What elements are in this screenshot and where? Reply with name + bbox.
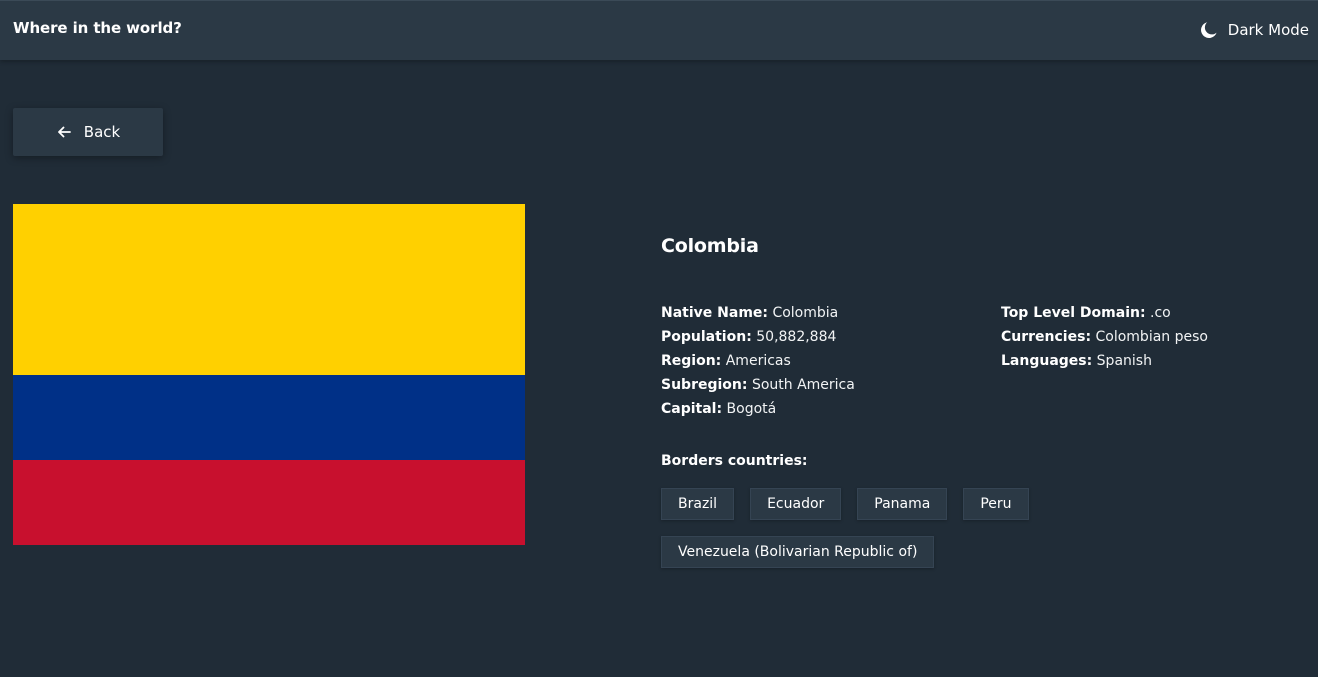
flag-stripe-red — [13, 459, 525, 545]
detail-label: Native Name: — [661, 305, 768, 321]
arrow-left-icon — [56, 124, 72, 140]
detail-value: Colombia — [772, 305, 839, 321]
detail-native-name: Native Name: Colombia — [661, 301, 855, 325]
moon-icon — [1199, 20, 1219, 40]
back-label: Back — [83, 123, 121, 141]
detail-value: .co — [1150, 305, 1171, 321]
detail-label: Currencies: — [1001, 329, 1092, 345]
detail-region: Region: Americas — [661, 349, 855, 373]
app-title[interactable]: Where in the world? — [13, 19, 182, 37]
detail-label: Languages: — [1001, 353, 1093, 369]
back-button[interactable]: Back — [13, 108, 163, 156]
detail-label: Subregion: — [661, 377, 748, 393]
detail-capital: Capital: Bogotá — [661, 397, 855, 421]
dark-mode-toggle[interactable]: Dark Mode — [1199, 19, 1309, 41]
borders-label: Borders countries: — [661, 453, 808, 469]
border-country-chip[interactable]: Brazil — [661, 488, 735, 520]
detail-value: Spanish — [1096, 353, 1152, 369]
flag-stripe-yellow — [13, 204, 525, 375]
detail-population: Population: 50,882,884 — [661, 325, 855, 349]
detail-label: Region: — [661, 353, 722, 369]
detail-label: Top Level Domain: — [1001, 305, 1146, 321]
detail-value: Colombian peso — [1095, 329, 1208, 345]
details-left: Native Name: Colombia Population: 50,882… — [661, 301, 855, 421]
border-country-chip[interactable]: Ecuador — [750, 488, 842, 520]
detail-currencies: Currencies: Colombian peso — [1001, 325, 1208, 349]
detail-top-level-domain: Top Level Domain: .co — [1001, 301, 1208, 325]
detail-value: Americas — [725, 353, 791, 369]
detail-label: Population: — [661, 329, 752, 345]
detail-value: 50,882,884 — [756, 329, 837, 345]
flag-stripe-blue — [13, 374, 525, 460]
detail-value: South America — [751, 377, 855, 393]
border-country-chip[interactable]: Peru — [963, 488, 1029, 520]
detail-languages: Languages: Spanish — [1001, 349, 1208, 373]
country-flag — [13, 204, 525, 545]
dark-mode-label: Dark Mode — [1227, 21, 1309, 39]
country-name: Colombia — [661, 235, 759, 257]
border-country-chip[interactable]: Panama — [857, 488, 948, 520]
detail-subregion: Subregion: South America — [661, 373, 855, 397]
border-country-chip[interactable]: Venezuela (Bolivarian Republic of) — [661, 536, 935, 568]
detail-value: Bogotá — [726, 401, 777, 417]
detail-label: Capital: — [661, 401, 723, 417]
details-right: Top Level Domain: .co Currencies: Colomb… — [1001, 301, 1208, 373]
top-header: Where in the world? Dark Mode — [0, 0, 1318, 60]
border-countries-list: Brazil Ecuador Panama Peru Venezuela (Bo… — [661, 488, 1261, 568]
